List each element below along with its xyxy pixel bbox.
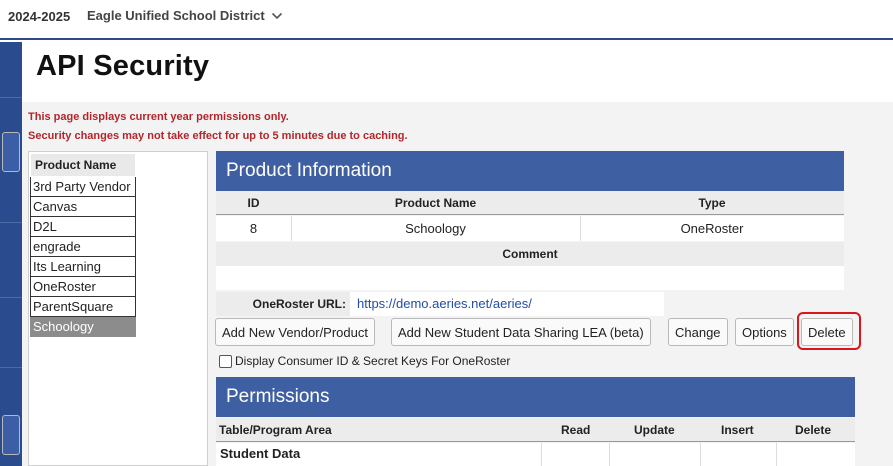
oneroster-url-label: OneRoster URL: [216, 292, 350, 316]
column-divider [700, 443, 701, 466]
oneroster-url-link[interactable]: https://demo.aeries.net/aeries/ [357, 296, 532, 311]
product-item-3rd-party-vendor[interactable]: 3rd Party Vendor [30, 177, 136, 197]
product-id: 8 [249, 221, 258, 236]
comment-header: Comment [216, 242, 844, 266]
product-item-d2l[interactable]: D2L [30, 217, 136, 237]
product-item-schoology[interactable]: Schoology [30, 317, 136, 337]
nav-rail [0, 42, 22, 466]
school-year[interactable]: 2024-2025 [8, 9, 70, 24]
caching-notice: Security changes may not take effect for… [28, 130, 408, 142]
nav-divider [0, 222, 22, 223]
page-title: API Security [36, 50, 210, 82]
column-divider [541, 443, 542, 466]
col-delete: Delete [795, 423, 832, 437]
district-selector[interactable]: Eagle Unified School District [87, 8, 283, 23]
change-button[interactable]: Change [668, 318, 728, 346]
product-item-canvas[interactable]: Canvas [30, 197, 136, 217]
nav-button[interactable] [2, 132, 20, 172]
col-table-program-area: Table/Program Area [219, 423, 332, 437]
col-product-name: Product Name [394, 196, 477, 210]
col-update: Update [634, 423, 675, 437]
add-vendor-button[interactable]: Add New Vendor/Product [215, 318, 375, 346]
column-divider [776, 443, 777, 466]
product-item-oneroster[interactable]: OneRoster [30, 277, 136, 297]
permissions-header: Permissions [216, 377, 855, 417]
district-name: Eagle Unified School District [87, 8, 265, 23]
add-lea-button[interactable]: Add New Student Data Sharing LEA (beta) [391, 318, 651, 346]
permissions-row-label: Student Data [220, 446, 301, 461]
permissions-notice: This page displays current year permissi… [28, 111, 289, 123]
product-table-row: 8 Schoology OneRoster [216, 216, 844, 241]
permissions-row: Student Data [216, 443, 855, 466]
options-button[interactable]: Options [735, 318, 794, 346]
delete-highlight [797, 312, 861, 350]
col-type: Type [698, 196, 726, 210]
nav-divider [0, 297, 22, 298]
checkbox-box[interactable] [219, 354, 232, 368]
product-name-value: Schoology [405, 221, 466, 236]
product-list-header: Product Name [31, 154, 135, 176]
product-type-value: OneRoster [680, 221, 744, 236]
col-id: ID [247, 196, 260, 210]
nav-button[interactable] [2, 415, 20, 455]
product-information-header: Product Information [216, 151, 844, 191]
nav-divider [0, 97, 22, 98]
col-read: Read [561, 423, 591, 437]
product-item-engrade[interactable]: engrade [30, 237, 136, 257]
nav-divider [0, 367, 22, 368]
product-item-its-learning[interactable]: Its Learning [30, 257, 136, 277]
product-list: Product Name 3rd Party Vendor Canvas D2L… [28, 151, 208, 466]
oneroster-url-row: OneRoster URL: https://demo.aeries.net/a… [216, 292, 664, 316]
chevron-down-icon [271, 12, 282, 19]
top-bar: 2024-2025 Eagle Unified School District [0, 0, 893, 40]
display-keys-checkbox[interactable]: Display Consumer ID & Secret Keys For On… [219, 354, 510, 368]
column-divider [609, 443, 610, 466]
checkbox-label: Display Consumer ID & Secret Keys For On… [235, 354, 511, 368]
comment-value [216, 266, 844, 290]
col-insert: Insert [721, 423, 754, 437]
permissions-table-header: Table/Program Area Read Update Insert De… [216, 418, 855, 442]
product-item-parentsquare[interactable]: ParentSquare [30, 297, 136, 317]
product-table-header: ID Product Name Type [216, 191, 844, 215]
